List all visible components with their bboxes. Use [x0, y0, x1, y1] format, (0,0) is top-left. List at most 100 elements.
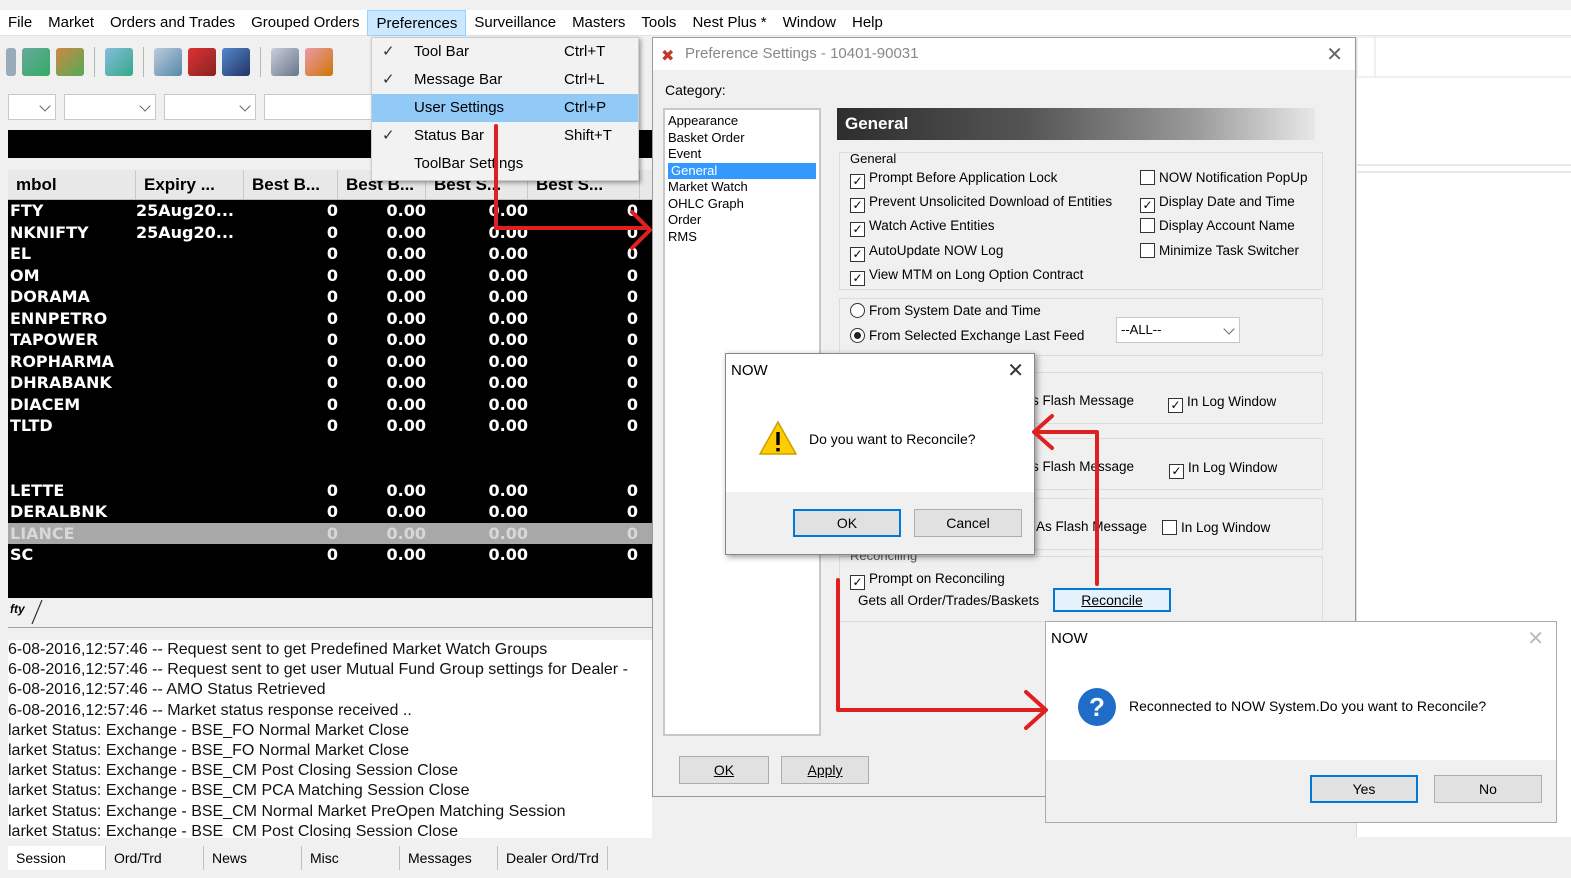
ok-button[interactable]: OK — [679, 756, 769, 784]
checkbox-autoupdate-log[interactable]: ✓ AutoUpdate NOW Log — [850, 242, 1003, 262]
trade-book-icon[interactable] — [222, 48, 250, 76]
menu-grouped-orders[interactable]: Grouped Orders — [243, 10, 367, 36]
market-watch-tab[interactable]: fty — [10, 602, 25, 616]
cancel-button[interactable]: Cancel — [914, 509, 1022, 537]
table-row[interactable] — [8, 437, 652, 459]
logout-icon[interactable] — [56, 48, 84, 76]
category-event[interactable]: Event — [665, 146, 819, 163]
menu-item-tool-bar[interactable]: ✓ Tool Bar Ctrl+T — [372, 38, 638, 66]
radio-exchange-last-feed[interactable]: From Selected Exchange Last Feed — [850, 328, 1084, 343]
checkbox-prevent-unsolicited[interactable]: ✓ Prevent Unsolicited Download of Entitie… — [850, 193, 1112, 213]
checkbox-now-notification[interactable]: NOW Notification PopUp — [1140, 169, 1308, 187]
menu-orders-and-trades[interactable]: Orders and Trades — [102, 10, 243, 36]
close-icon[interactable]: ✕ — [1007, 358, 1024, 383]
table-row[interactable]: ENNPETRO 0 0.00 0.00 0 — [8, 308, 652, 330]
table-row[interactable]: ROPHARMA 0 0.00 0.00 0 — [8, 351, 652, 373]
category-basket-order[interactable]: Basket Order — [665, 130, 819, 147]
table-row[interactable]: TLTD 0 0.00 0.00 0 — [8, 415, 652, 437]
checkbox-in-log-window-2[interactable]: ✓ In Log Window — [1169, 459, 1277, 479]
table-row[interactable]: EL 0 0.00 0.00 0 — [8, 243, 652, 265]
market-watch-icon[interactable] — [105, 48, 133, 76]
column-header-best-buy-qty[interactable]: Best B... — [244, 170, 338, 199]
tab-ord-trd[interactable]: Ord/Trd — [106, 846, 204, 870]
toolbar-edge-icon[interactable] — [6, 48, 16, 76]
app-logo-icon: ✖ — [661, 48, 675, 65]
grid-icon[interactable] — [271, 48, 299, 76]
table-row[interactable]: LETTE 0 0.00 0.00 0 — [8, 480, 652, 502]
notes-icon[interactable] — [305, 48, 333, 76]
menu-surveillance[interactable]: Surveillance — [466, 10, 564, 36]
cell-expiry — [136, 544, 244, 566]
checkbox-display-date-time[interactable]: ✓ Display Date and Time — [1140, 193, 1295, 213]
menu-help[interactable]: Help — [844, 10, 891, 36]
order-book-icon[interactable] — [188, 48, 216, 76]
filter-input[interactable] — [264, 94, 374, 120]
checkbox-in-log-window-3[interactable]: In Log Window — [1162, 519, 1270, 537]
checkbox-display-account[interactable]: Display Account Name — [1140, 217, 1295, 235]
category-rms[interactable]: RMS — [665, 229, 819, 246]
checkbox-prompt-reconciling[interactable]: ✓ Prompt on Reconciling — [850, 570, 1005, 590]
menu-window[interactable]: Window — [775, 10, 844, 36]
table-row[interactable]: SC 0 0.00 0.00 0 — [8, 544, 652, 566]
exchange-select[interactable]: --ALL-- — [1116, 317, 1240, 343]
checkbox-prompt-before-lock[interactable]: ✓ Prompt Before Application Lock — [850, 169, 1058, 189]
menu-masters[interactable]: Masters — [564, 10, 633, 36]
table-row[interactable]: DERALBNK 0 0.00 0.00 0 — [8, 501, 652, 523]
menu-nest-plus[interactable]: Nest Plus * — [684, 10, 774, 36]
category-appearance[interactable]: Appearance — [665, 113, 819, 130]
column-header-expiry[interactable]: Expiry ... — [136, 170, 244, 199]
table-row[interactable]: OM 0 0.00 0.00 0 — [8, 265, 652, 287]
table-row[interactable]: NKNIFTY 25Aug20... 0 0.00 0.00 0 — [8, 222, 652, 244]
menu-item-user-settings[interactable]: User Settings Ctrl+P — [372, 94, 638, 122]
filter-combo-1[interactable] — [8, 94, 56, 120]
table-row[interactable]: DHRABANK 0 0.00 0.00 0 — [8, 372, 652, 394]
table-row[interactable]: DORAMA 0 0.00 0.00 0 — [8, 286, 652, 308]
message-log: 6-08-2016,12:57:46 -- Request sent to ge… — [8, 640, 652, 838]
checkbox-box: ✓ — [1169, 464, 1184, 479]
close-icon[interactable]: ✕ — [1527, 626, 1544, 651]
table-row[interactable]: DIACEM 0 0.00 0.00 0 — [8, 394, 652, 416]
no-button[interactable]: No — [1434, 775, 1542, 803]
login-icon[interactable] — [22, 48, 50, 76]
cell-best-buy-qty: 0 — [326, 222, 338, 242]
checkbox-in-log-window-1[interactable]: ✓ In Log Window — [1168, 393, 1277, 413]
cell-symbol: ROPHARMA — [10, 351, 115, 371]
checkbox-label: Prompt Before Application Lock — [869, 170, 1058, 185]
table-row[interactable] — [8, 458, 652, 480]
table-row[interactable]: TAPOWER 0 0.00 0.00 0 — [8, 329, 652, 351]
menu-market[interactable]: Market — [40, 10, 102, 36]
tab-session[interactable]: Session — [8, 846, 106, 870]
menu-item-status-bar[interactable]: ✓ Status Bar Shift+T — [372, 122, 638, 150]
category-ohlc-graph[interactable]: OHLC Graph — [665, 196, 819, 213]
checkbox-minimize-task-switcher[interactable]: Minimize Task Switcher — [1140, 242, 1299, 260]
menu-item-toolbar-settings[interactable]: ToolBar Settings — [372, 150, 638, 178]
category-market-watch[interactable]: Market Watch — [665, 179, 819, 196]
dialog-title: NOW — [1051, 630, 1088, 647]
checkbox-view-mtm[interactable]: ✓ View MTM on Long Option Contract — [850, 266, 1083, 286]
yes-button[interactable]: Yes — [1310, 775, 1418, 803]
column-header-symbol[interactable]: mbol — [8, 170, 136, 199]
menu-preferences[interactable]: Preferences — [367, 9, 467, 36]
tab-misc[interactable]: Misc — [302, 846, 400, 870]
tab-messages[interactable]: Messages — [400, 846, 498, 870]
apply-button[interactable]: Apply — [781, 756, 869, 784]
filter-combo-2[interactable] — [64, 94, 156, 120]
tab-dealer-ord-trd[interactable]: Dealer Ord/Trd — [498, 846, 608, 870]
category-general[interactable]: General — [668, 162, 816, 179]
menu-item-message-bar[interactable]: ✓ Message Bar Ctrl+L — [372, 66, 638, 94]
reconcile-button[interactable]: Reconcile — [1053, 588, 1171, 612]
monitor-icon[interactable] — [154, 48, 182, 76]
table-row[interactable]: LIANCE 0 0.00 0.00 0 — [8, 522, 652, 544]
checkbox-watch-active[interactable]: ✓ Watch Active Entities — [850, 217, 995, 237]
table-row[interactable]: FTY 25Aug20... 0 0.00 0.00 0 — [8, 200, 652, 222]
checkbox-label: In Log Window — [1187, 394, 1277, 409]
filter-combo-3[interactable] — [164, 94, 256, 120]
ok-button[interactable]: OK — [793, 509, 901, 537]
category-order[interactable]: Order — [665, 212, 819, 229]
tab-news[interactable]: News — [204, 846, 302, 870]
radio-system-date-time[interactable]: From System Date and Time — [850, 303, 1041, 318]
close-icon[interactable]: ✕ — [1326, 42, 1343, 67]
menu-tools[interactable]: Tools — [633, 10, 684, 36]
menu-file[interactable]: File — [0, 10, 40, 36]
cell-best-buy-price: 0.00 — [386, 523, 426, 543]
